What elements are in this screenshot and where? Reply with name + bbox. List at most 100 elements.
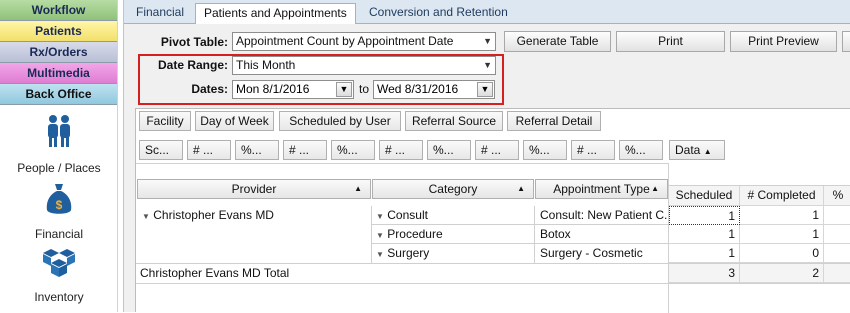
collapse-icon: ▼: [376, 231, 384, 240]
table-row-category[interactable]: ▼ Consult: [376, 206, 534, 225]
filter-percent[interactable]: %...: [235, 140, 279, 160]
total-completed[interactable]: 2: [740, 264, 824, 283]
sidebar-item-label: People / Places: [17, 161, 101, 175]
field-referral-detail[interactable]: Referral Detail: [507, 111, 601, 131]
date-to-picker[interactable]: Wed 8/31/2016 ▼: [373, 80, 495, 99]
chevron-down-icon: ▼: [483, 60, 492, 70]
report-panel: Pivot Table: Appointment Count by Appoin…: [124, 24, 850, 313]
cell-percent[interactable]: [824, 244, 850, 263]
sidebar: Workflow Patients Rx/Orders Multimedia B…: [0, 0, 118, 312]
data-header-button[interactable]: Data ▲: [669, 140, 725, 160]
sidebar-item-people-places[interactable]: People / Places: [0, 114, 118, 175]
table-row-category[interactable]: ▼ Procedure: [376, 225, 534, 244]
sort-asc-icon: ▲: [517, 184, 525, 193]
date-range-label: Date Range:: [157, 58, 228, 72]
money-bag-icon: $: [46, 184, 72, 214]
cell-scheduled[interactable]: 1: [669, 244, 740, 263]
table-row-type: Consult: New Patient C...: [540, 208, 668, 222]
divider: [136, 163, 668, 164]
row-header-label: Provider: [231, 182, 277, 196]
field-referral-source[interactable]: Referral Source: [405, 111, 503, 131]
nav-back-office-button[interactable]: Back Office: [0, 84, 117, 105]
provider-name: Christopher Evans MD: [153, 208, 274, 222]
column-header-percent[interactable]: %: [824, 186, 850, 206]
category-name: Procedure: [387, 227, 443, 241]
cell-completed[interactable]: 1: [740, 225, 824, 244]
cell-scheduled[interactable]: 1: [669, 225, 740, 244]
cell-completed[interactable]: 1: [740, 206, 824, 225]
filter-count[interactable]: # ...: [571, 140, 615, 160]
data-header-label: Data: [675, 143, 701, 157]
total-percent[interactable]: [824, 264, 850, 283]
divider: [136, 283, 850, 284]
cell-percent[interactable]: [824, 225, 850, 244]
print-preview-button[interactable]: Print Preview: [730, 31, 837, 52]
sidebar-item-inventory[interactable]: Inventory: [0, 248, 118, 304]
date-from-value: Mon 8/1/2016: [236, 82, 310, 96]
divider: [534, 206, 535, 263]
divider: [371, 224, 668, 225]
column-header-scheduled[interactable]: Scheduled: [669, 186, 740, 206]
filter-percent[interactable]: %...: [331, 140, 375, 160]
filter-count[interactable]: # ...: [379, 140, 423, 160]
collapse-icon: ▼: [142, 212, 150, 221]
print-button[interactable]: Print: [616, 31, 725, 52]
row-header-label: Category: [428, 182, 478, 196]
collapse-icon: ▼: [376, 250, 384, 259]
row-header-provider[interactable]: Provider ▲: [137, 179, 371, 199]
row-header-category[interactable]: Category ▲: [372, 179, 534, 199]
row-header-label: Appointment Type: [553, 182, 650, 196]
filter-percent[interactable]: %...: [523, 140, 567, 160]
dropdown-button[interactable]: ▼: [336, 82, 352, 97]
field-facility[interactable]: Facility: [139, 111, 191, 131]
sort-asc-icon: ▲: [651, 184, 659, 193]
nav-workflow-button[interactable]: Workflow: [0, 0, 117, 21]
sidebar-item-label: Inventory: [34, 290, 84, 304]
sort-asc-icon: ▲: [703, 147, 712, 156]
cell-percent[interactable]: [824, 206, 850, 225]
svg-text:$: $: [56, 198, 63, 212]
nav-multimedia-button[interactable]: Multimedia: [0, 63, 117, 84]
filter-count[interactable]: # ...: [283, 140, 327, 160]
chevron-down-icon: ▼: [483, 36, 492, 46]
tab-conversion-retention[interactable]: Conversion and Retention: [361, 3, 516, 24]
more-button[interactable]: [842, 31, 850, 52]
column-header-completed[interactable]: # Completed: [740, 186, 824, 206]
nav-patients-button[interactable]: Patients: [0, 21, 117, 42]
filter-scheduled[interactable]: Sc...: [139, 140, 183, 160]
table-row-provider[interactable]: ▼ Christopher Evans MD: [142, 206, 370, 225]
filter-percent[interactable]: %...: [427, 140, 471, 160]
filter-completed[interactable]: # ...: [187, 140, 231, 160]
pivot-table-select[interactable]: Appointment Count by Appointment Date ▼: [232, 32, 496, 51]
collapse-icon: ▼: [376, 212, 384, 221]
table-row-type: Surgery - Cosmetic: [540, 246, 643, 260]
date-from-picker[interactable]: Mon 8/1/2016 ▼: [232, 80, 354, 99]
sidebar-item-financial[interactable]: $ Financial: [0, 182, 118, 241]
field-scheduled-by-user[interactable]: Scheduled by User: [279, 111, 401, 131]
people-icon: [48, 115, 70, 147]
generate-table-button[interactable]: Generate Table: [504, 31, 611, 52]
cell-scheduled[interactable]: 1: [669, 206, 740, 225]
to-label: to: [358, 82, 369, 96]
dropdown-button[interactable]: ▼: [477, 82, 493, 97]
total-row-label: Christopher Evans MD Total: [140, 266, 290, 280]
tab-financial[interactable]: Financial: [128, 3, 192, 24]
tab-patients-appointments[interactable]: Patients and Appointments: [195, 3, 356, 25]
filter-count[interactable]: # ...: [475, 140, 519, 160]
main-panel: Financial Patients and Appointments Conv…: [123, 0, 850, 313]
date-range-select[interactable]: This Month ▼: [232, 56, 496, 75]
total-scheduled[interactable]: 3: [669, 264, 740, 283]
pivot-table-value: Appointment Count by Appointment Date: [236, 34, 454, 48]
boxes-icon: [43, 249, 75, 277]
table-row-category[interactable]: ▼ Surgery: [376, 244, 534, 263]
date-to-value: Wed 8/31/2016: [377, 82, 459, 96]
row-header-appointment-type[interactable]: Appointment Type ▲: [535, 179, 668, 199]
cell-completed[interactable]: 0: [740, 244, 824, 263]
nav-rx-orders-button[interactable]: Rx/Orders: [0, 42, 117, 63]
field-day-of-week[interactable]: Day of Week: [195, 111, 274, 131]
date-range-value: This Month: [236, 58, 296, 72]
category-name: Surgery: [387, 246, 430, 260]
dates-label: Dates:: [191, 82, 228, 96]
divider: [371, 206, 372, 263]
filter-percent[interactable]: %...: [619, 140, 663, 160]
